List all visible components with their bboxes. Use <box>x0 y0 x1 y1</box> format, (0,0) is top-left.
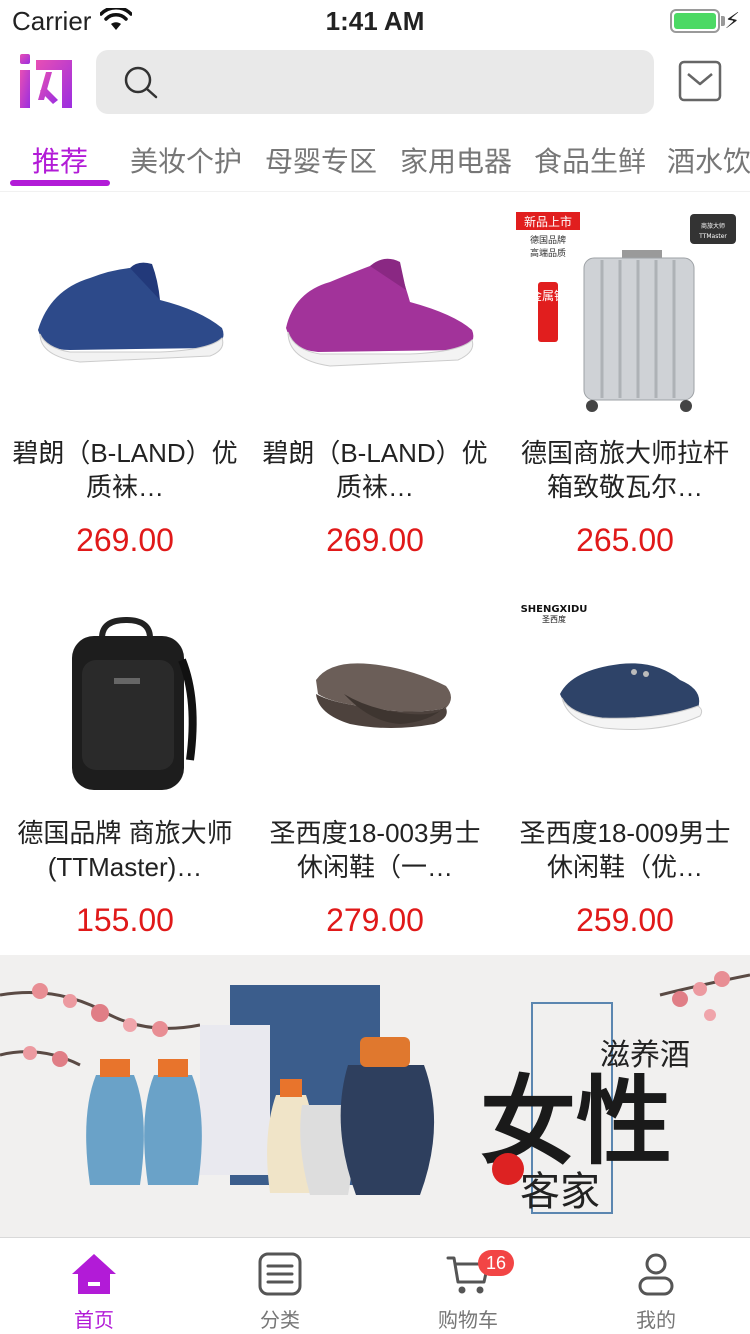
banner-image: 滋养酒 女性 客家 <box>0 955 750 1237</box>
user-icon <box>638 1253 674 1296</box>
product-card[interactable]: SHENGXIDU 圣西度 圣西度18-009男士休闲鞋（优… 259.00 <box>500 580 750 960</box>
tabbar-item-home[interactable]: 首页 <box>4 1246 184 1334</box>
battery-icon <box>670 9 720 33</box>
product-name: 圣西度18-003男士休闲鞋（一… <box>269 818 481 882</box>
app-logo[interactable] <box>16 50 76 112</box>
promo-banner[interactable]: 滋养酒 女性 客家 <box>0 955 750 1237</box>
product-image-purple-shoe <box>286 258 474 367</box>
tabbar-label: 分类 <box>260 1310 300 1332</box>
tabbar-item-profile[interactable]: 我的 <box>566 1246 746 1334</box>
svg-text:高端品质: 高端品质 <box>530 247 566 259</box>
product-image-loafer <box>316 663 451 728</box>
charging-icon: ⚡ <box>724 8 740 33</box>
search-icon <box>124 66 158 99</box>
clock: 1:41 AM <box>325 6 425 36</box>
tabbar-label: 首页 <box>74 1310 114 1332</box>
tab-fresh-food[interactable]: 食品生鲜 <box>534 140 646 180</box>
product-price: 269.00 <box>76 522 174 558</box>
svg-text:圣西度: 圣西度 <box>542 614 566 624</box>
tab-baby[interactable]: 母婴专区 <box>265 140 377 180</box>
svg-text:商旅大师: 商旅大师 <box>701 222 725 230</box>
svg-text:TTMaster: TTMaster <box>698 233 727 240</box>
product-name: 德国商旅大师拉杆箱致敬瓦尔… <box>520 438 729 502</box>
product-image-backpack <box>72 616 197 790</box>
svg-text:德国品牌: 德国品牌 <box>530 234 566 246</box>
search-input[interactable] <box>168 60 628 104</box>
product-price: 269.00 <box>326 522 424 558</box>
tab-recommend[interactable]: 推荐 <box>32 140 88 180</box>
product-card[interactable]: 碧朗（B-LAND）优质袜… 269.00 <box>0 200 250 580</box>
tab-drinks[interactable]: 酒水饮 <box>667 140 750 180</box>
home-icon <box>72 1254 116 1294</box>
product-name: 碧朗（B-LAND）优质袜… <box>262 438 488 502</box>
tabbar-item-category[interactable]: 分类 <box>190 1246 370 1334</box>
cart-count-badge: 16 <box>478 1250 515 1276</box>
search-bar[interactable] <box>96 50 654 114</box>
product-card[interactable]: 圣西度18-003男士休闲鞋（一… 279.00 <box>250 580 500 960</box>
product-name: 碧朗（B-LAND）优质袜… <box>12 438 238 502</box>
product-card[interactable]: 新品上市 德国品牌 高端品质 金属银 商旅大师 TTMaster 德国商旅大师拉… <box>500 200 750 580</box>
product-image-navy-sneaker: SHENGXIDU 圣西度 <box>521 604 703 730</box>
product-price: 259.00 <box>576 902 674 938</box>
status-bar: Carrier 1:41 AM ⚡ <box>0 0 750 40</box>
bottom-tab-bar: 首页 分类 16 购物车 我的 <box>0 1237 750 1334</box>
banner-brand: 客家 <box>520 1169 600 1215</box>
product-card[interactable]: 碧朗（B-LAND）优质袜… 269.00 <box>250 200 500 580</box>
product-image-suitcase: 新品上市 德国品牌 高端品质 金属银 商旅大师 TTMaster <box>516 212 736 412</box>
tab-indicator <box>10 180 110 186</box>
brand-mark: SHENGXIDU <box>521 604 588 615</box>
list-icon <box>258 1252 302 1296</box>
tabbar-label: 我的 <box>636 1310 676 1332</box>
tab-appliances[interactable]: 家用电器 <box>400 140 512 180</box>
badge-new: 新品上市 <box>524 214 572 229</box>
product-price: 155.00 <box>76 902 174 938</box>
product-price: 265.00 <box>576 522 674 558</box>
message-icon[interactable] <box>678 58 722 104</box>
product-price: 279.00 <box>326 902 424 938</box>
product-name: 德国品牌 商旅大师(TTMaster)… <box>17 818 233 882</box>
category-tabs: 推荐 美妆个护 母婴专区 家用电器 食品生鲜 酒水饮 <box>0 132 750 192</box>
tab-beauty[interactable]: 美妆个护 <box>130 140 242 180</box>
product-card[interactable]: 德国品牌 商旅大师(TTMaster)… 155.00 <box>0 580 250 960</box>
product-name: 圣西度18-009男士休闲鞋（优… <box>519 818 731 882</box>
product-image-blue-shoe <box>38 262 224 363</box>
svg-text:金属银: 金属银 <box>530 288 566 303</box>
tabbar-item-cart[interactable]: 16 购物车 <box>378 1246 558 1334</box>
tabbar-label: 购物车 <box>438 1310 498 1332</box>
